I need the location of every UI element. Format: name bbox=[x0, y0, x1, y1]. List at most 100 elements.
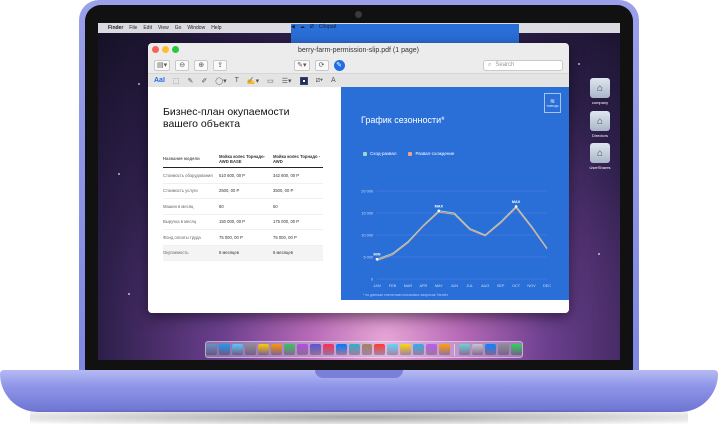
dock-app-icon[interactable] bbox=[206, 344, 218, 355]
dock-app-icon[interactable] bbox=[510, 344, 522, 355]
window-title: berry-farm-permission-slip.pdf (1 page) bbox=[298, 46, 419, 54]
x-tick-label: JUN bbox=[451, 284, 459, 288]
chart-footnote: * по данным статистики поисковых запросо… bbox=[363, 293, 449, 297]
dock-app-icon[interactable] bbox=[400, 344, 412, 355]
business-plan-panel: Бизнес-план окупаемости вашего объекта Н… bbox=[148, 87, 341, 300]
table-cell: Стоимость услуги bbox=[163, 188, 198, 194]
signature-icon[interactable]: ✍▾ bbox=[247, 77, 259, 85]
legend-label: Развал-схождение bbox=[415, 151, 455, 156]
network-share-icon: ⌂ bbox=[590, 78, 610, 98]
dock-app-icon[interactable] bbox=[322, 344, 334, 355]
sketch-icon[interactable]: ✎ bbox=[188, 77, 194, 85]
table-row: Машин в месяц 80 50 bbox=[163, 199, 323, 215]
zoom-button[interactable] bbox=[172, 46, 179, 53]
annotation-label: MAX bbox=[435, 204, 444, 208]
dock-app-icon[interactable] bbox=[374, 344, 386, 355]
table-cell: 80 bbox=[219, 203, 224, 209]
menu-item-file[interactable]: File bbox=[129, 25, 137, 31]
y-tick-label: 10 000 bbox=[361, 234, 373, 238]
chart-title: График сезонности* bbox=[361, 115, 445, 125]
dock-app-icon[interactable] bbox=[485, 344, 497, 355]
draw-icon[interactable]: ✐ bbox=[201, 77, 207, 85]
dock-app-icon[interactable] bbox=[296, 344, 308, 355]
x-tick-label: FEB bbox=[389, 284, 397, 288]
preview-window: berry-farm-permission-slip.pdf (1 page) … bbox=[148, 43, 569, 313]
share-button[interactable]: ⇪ bbox=[213, 59, 228, 71]
desktop-icon-usershares[interactable]: ⌂ UserShares bbox=[580, 143, 620, 170]
x-tick-label: DEC bbox=[543, 284, 551, 288]
dock-app-icon[interactable] bbox=[387, 344, 399, 355]
pdf-page: Бизнес-план окупаемости вашего объекта Н… bbox=[148, 87, 569, 313]
table-cell: 3500, 00 Р bbox=[273, 188, 294, 194]
dock-app-icon[interactable] bbox=[335, 344, 347, 355]
rectangle-selection-icon[interactable]: ⬚ bbox=[173, 77, 180, 85]
menu-item-edit[interactable]: Edit bbox=[143, 25, 152, 31]
annotation-label: MAX bbox=[512, 200, 521, 204]
desktop-icon-directors[interactable]: ⌂ Directors bbox=[580, 111, 620, 138]
table-header-cell: Мойка колес Торнадо-AWD BASE bbox=[219, 153, 265, 164]
menu-item-view[interactable]: View bbox=[158, 25, 169, 31]
highlight-button[interactable]: ✎▾ bbox=[294, 59, 310, 71]
text-style-icon[interactable]: A bbox=[331, 77, 336, 84]
menu-item-go[interactable]: Go bbox=[175, 25, 182, 31]
table-cell: 175 000, 00 Р bbox=[273, 219, 300, 225]
sidebar-icon: ▤▾ bbox=[157, 62, 168, 69]
minimize-button[interactable] bbox=[162, 46, 169, 53]
dock-app-icon[interactable] bbox=[270, 344, 282, 355]
screen: Finder File Edit View Go Window Help ◀ ☁… bbox=[98, 23, 620, 360]
x-tick-label: JUL bbox=[466, 284, 473, 288]
zoom-out-button[interactable]: ⊖ bbox=[175, 59, 190, 71]
laptop-shadow bbox=[30, 410, 688, 424]
dock-app-icon[interactable] bbox=[219, 344, 230, 355]
dock-app-icon[interactable] bbox=[257, 344, 269, 355]
text-selection-tool[interactable]: AaI bbox=[154, 77, 165, 84]
dock-app-icon[interactable] bbox=[413, 344, 425, 355]
dock-app-icon[interactable] bbox=[283, 344, 295, 355]
x-tick-label: OCT bbox=[512, 284, 521, 288]
markup-icon: ✎ bbox=[336, 62, 342, 69]
star bbox=[138, 83, 140, 85]
dock-app-icon[interactable] bbox=[439, 344, 451, 355]
text-box-icon[interactable]: T bbox=[235, 77, 239, 84]
table-cell: Окупаемость bbox=[163, 250, 189, 256]
dock-app-icon[interactable] bbox=[459, 344, 471, 355]
table-cell: Машин в месяц bbox=[163, 203, 194, 209]
share-icon: ⇪ bbox=[217, 62, 224, 69]
camera-icon bbox=[355, 11, 362, 18]
network-share-icon: ⌂ bbox=[590, 143, 610, 163]
x-tick-label: MAR bbox=[404, 284, 413, 288]
y-tick-label: 15 000 bbox=[361, 212, 373, 216]
sidebar-toggle-button[interactable]: ▤▾ bbox=[154, 59, 171, 71]
search-field[interactable]: ⌕ Search bbox=[483, 59, 563, 71]
menu-item-help[interactable]: Help bbox=[211, 25, 221, 31]
dock-app-icon[interactable] bbox=[472, 344, 484, 355]
line-style-icon[interactable]: ☰▾ bbox=[282, 77, 292, 85]
y-tick-label: 20 000 bbox=[361, 190, 373, 194]
markup-toggle-button[interactable]: ✎ bbox=[333, 59, 345, 71]
window-titlebar[interactable]: berry-farm-permission-slip.pdf (1 page) bbox=[148, 43, 569, 57]
close-button[interactable] bbox=[152, 46, 159, 53]
dock-app-icon[interactable] bbox=[348, 344, 360, 355]
dock-app-icon[interactable] bbox=[361, 344, 373, 355]
dock-app-icon[interactable] bbox=[309, 344, 321, 355]
dock-app-icon[interactable] bbox=[244, 344, 256, 355]
note-icon[interactable]: ▭ bbox=[267, 77, 274, 85]
dock-app-icon[interactable] bbox=[426, 344, 438, 355]
border-color-icon[interactable] bbox=[299, 76, 308, 85]
shapes-icon[interactable]: ◯▾ bbox=[215, 77, 226, 85]
dock-app-icon[interactable] bbox=[231, 344, 243, 355]
rotate-button[interactable]: ⟳ bbox=[314, 59, 329, 71]
menu-item-window[interactable]: Window bbox=[187, 25, 205, 31]
table-header-row: Название модели Мойка колес Торнадо-AWD … bbox=[163, 150, 323, 168]
desktop-icon-company[interactable]: ⌂ company bbox=[580, 78, 620, 105]
menu-item-finder[interactable]: Finder bbox=[108, 25, 123, 31]
window-controls bbox=[152, 46, 179, 53]
legend-label: Сход-развал bbox=[370, 151, 397, 156]
desktop-icon-label: UserShares bbox=[589, 165, 611, 170]
dock-app-icon[interactable] bbox=[498, 344, 509, 355]
fill-color-icon[interactable]: ⧄▾ bbox=[316, 77, 323, 85]
zoom-in-button[interactable]: ⊕ bbox=[194, 59, 209, 71]
y-tick-label: 5 000 bbox=[363, 256, 373, 260]
rotate-icon: ⟳ bbox=[318, 62, 325, 69]
table-row: Стоимость услуги 2500, 00 Р 3500, 00 Р bbox=[163, 184, 323, 199]
